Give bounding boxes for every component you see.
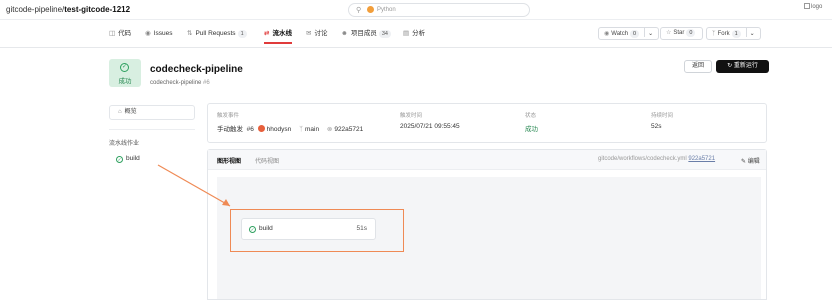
tab-pipeline[interactable]: ⇄ 流水线	[264, 20, 292, 48]
tab-issues-label: Issues	[153, 30, 173, 37]
pipeline-name: codecheck-pipeline	[150, 80, 202, 86]
pull-request-count: 1	[237, 30, 247, 38]
repo-breadcrumb[interactable]: gitcode-pipeline/test-gitcode-1212	[6, 5, 130, 14]
tab-pull-requests-label: Pull Requests	[195, 30, 236, 37]
status-text: 成功	[118, 78, 132, 85]
tab-discussion-label: 讨论	[314, 30, 328, 37]
chevron-down-icon: ⌄	[749, 31, 755, 37]
tab-pull-requests[interactable]: ⇅ Pull Requests 1	[187, 20, 247, 48]
sidebar-item-build[interactable]: ✓ build	[116, 155, 140, 163]
code-icon: ◫	[109, 30, 116, 37]
tab-graph-view[interactable]: 图形视图	[217, 156, 241, 165]
eye-icon: ◉	[604, 31, 610, 37]
status-label: 状态	[525, 113, 537, 119]
tab-members-label: 项目成员	[350, 30, 377, 37]
fork-button[interactable]: ᛉ Fork 1 ⌄	[706, 27, 761, 40]
graph-header: 图形视图 代码视图 gitcode/workflows/codecheck.ym…	[208, 150, 766, 170]
jobs-header: 流水线作业	[109, 141, 140, 147]
repo-owner[interactable]: gitcode-pipeline/	[6, 5, 64, 14]
sidebar-item-overview[interactable]: ⌂ 概览	[109, 105, 195, 120]
top-bar: gitcode-pipeline/test-gitcode-1212 ⚲ Pyt…	[0, 0, 832, 20]
workflow-commit-link[interactable]: 922a5721	[688, 156, 715, 162]
main-content: ✓ 成功 codecheck-pipeline codecheck-pipeli…	[0, 48, 832, 300]
tab-discussion[interactable]: ✉ 讨论	[306, 20, 327, 48]
rerun-button[interactable]: ↻ 重新运行	[716, 60, 769, 73]
refresh-icon: ↻	[727, 63, 733, 69]
divider	[745, 28, 747, 37]
members-count: 34	[378, 30, 391, 38]
star-label: Star	[673, 30, 685, 36]
tab-code[interactable]: ◫ 代码	[109, 20, 131, 48]
fork-icon: ᛉ	[712, 31, 716, 37]
rerun-label: 重新运行	[733, 63, 758, 69]
home-icon: ⌂	[118, 109, 122, 115]
check-circle-icon: ✓	[116, 156, 123, 163]
star-count: 0	[686, 29, 696, 37]
duration-label: 持续时间	[651, 113, 674, 119]
tab-members[interactable]: ☻ 项目成员 34	[341, 20, 391, 48]
tab-analysis-label: 分析	[412, 30, 426, 37]
run-number: #6	[203, 80, 210, 86]
search-input[interactable]: ⚲ Python	[348, 3, 530, 17]
issues-icon: ◉	[145, 30, 151, 37]
back-button[interactable]: 返回	[684, 60, 712, 73]
star-button[interactable]: ☆ Star 0	[660, 27, 704, 40]
run-number: #6	[246, 126, 254, 133]
edit-label: 编辑	[747, 159, 760, 165]
time-value: 2025/07/21 09:55:45	[400, 123, 460, 130]
trigger-type: 手动触发	[217, 126, 243, 133]
pipeline-icon: ⇄	[264, 30, 270, 37]
star-icon: ☆	[666, 30, 672, 36]
fork-label: Fork	[717, 31, 730, 37]
logo-alt-text: logo	[811, 4, 823, 10]
branch-icon: ᛉ	[299, 126, 303, 133]
members-icon: ☻	[341, 30, 348, 37]
tab-code-label: 代码	[118, 30, 132, 37]
commit-icon: ⊗	[326, 126, 333, 133]
workflow-path: gitcode/workflows/codecheck.yml 922a5721	[598, 156, 715, 162]
check-circle-icon: ✓	[120, 63, 129, 72]
watch-label: Watch	[611, 31, 629, 37]
status-value: 成功	[525, 126, 538, 133]
user-name[interactable]: hhodysn	[267, 126, 292, 133]
branch-name[interactable]: main	[305, 126, 319, 133]
tab-issues[interactable]: ◉ Issues	[145, 20, 172, 48]
workflow-file: gitcode/workflows/codecheck.yml	[598, 156, 687, 162]
tab-code-view[interactable]: 代码视图	[255, 156, 279, 165]
status-badge: ✓ 成功	[109, 59, 141, 87]
run-info-panel: 触发事件 手动触发 #6 hhodysn ᛉ main ⊗ 922a5721 触发时…	[207, 103, 767, 143]
chart-icon: ▤	[403, 30, 410, 37]
time-label: 触发时间	[400, 113, 423, 119]
page-subtitle: codecheck-pipeline #6	[150, 80, 210, 86]
watch-count: 0	[630, 30, 640, 38]
tab-analysis[interactable]: ▤ 分析	[403, 20, 425, 48]
duration-value: 52s	[651, 123, 662, 130]
trigger-value: 手动触发 #6 hhodysn ᛉ main ⊗ 922a5721	[217, 123, 363, 133]
search-placeholder: Python	[377, 6, 396, 13]
python-icon	[367, 6, 374, 13]
divider	[644, 28, 646, 37]
trigger-label: 触发事件	[217, 113, 240, 119]
broken-image-icon	[804, 3, 810, 9]
logo[interactable]: logo	[804, 3, 822, 10]
edit-button[interactable]: ✎ 编辑	[741, 156, 760, 165]
sidebar-item-label: build	[126, 155, 140, 162]
watch-button[interactable]: ◉ Watch 0 ⌄	[598, 27, 660, 40]
commit-hash[interactable]: 922a5721	[334, 126, 363, 133]
fork-count: 1	[731, 30, 741, 38]
repo-name[interactable]: test-gitcode-1212	[64, 5, 130, 14]
page-title: codecheck-pipeline	[150, 64, 243, 75]
annotation-highlight-box	[230, 209, 404, 252]
discussion-icon: ✉	[306, 30, 312, 37]
edit-icon: ✎	[741, 159, 747, 165]
tab-pipeline-label: 流水线	[272, 30, 292, 37]
search-icon: ⚲	[356, 7, 362, 14]
pull-request-icon: ⇅	[187, 30, 193, 37]
sidebar-item-label: 概览	[124, 109, 137, 115]
divider	[109, 129, 195, 130]
avatar	[257, 125, 265, 132]
chevron-down-icon: ⌄	[648, 31, 654, 37]
